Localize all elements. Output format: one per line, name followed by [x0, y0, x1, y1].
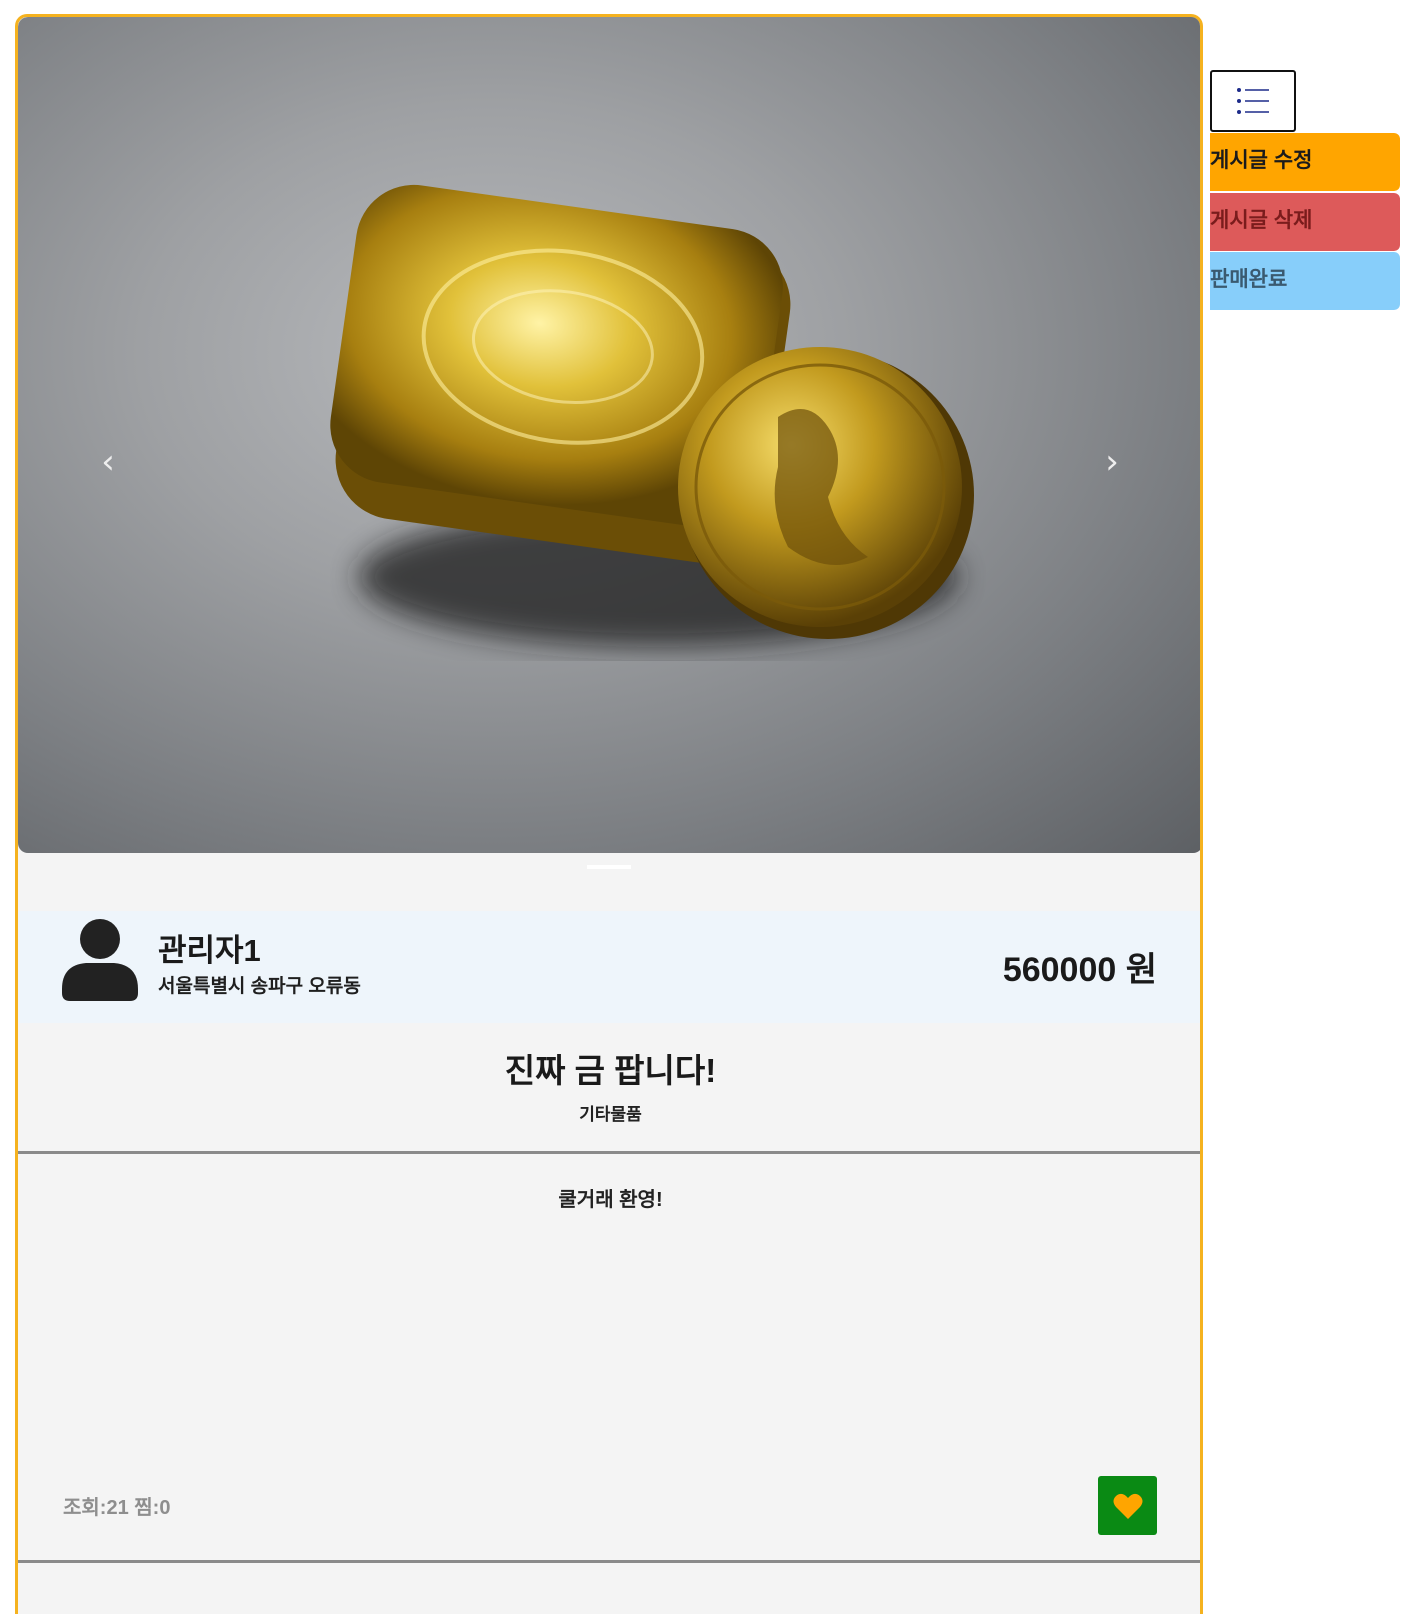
post-body: 쿨거래 환영! [558, 1189, 663, 1211]
divider [18, 1151, 1200, 1154]
carousel-prev-button[interactable]: ‹ [88, 442, 128, 482]
mark-sold-button[interactable]: 판매완료 [1210, 252, 1400, 310]
menu-toggle-button[interactable] [1210, 70, 1296, 132]
carousel-indicator[interactable] [587, 865, 631, 869]
like-button[interactable] [1098, 1476, 1157, 1535]
seller-location: 서울특별시 송파구 오류동 [158, 976, 361, 997]
divider [18, 1560, 1200, 1563]
chevron-right-icon: › [1105, 442, 1119, 482]
post-title: 진짜 금 팝니다! [504, 1052, 717, 1089]
price: 560000 원 [1002, 951, 1157, 989]
post-stats: 조회:21 찜:0 [63, 1497, 171, 1519]
edit-post-button[interactable]: 게시글 수정 [1210, 133, 1400, 191]
seller-name: 관리자1 [158, 933, 261, 968]
user-icon [62, 919, 138, 1001]
list-icon [1237, 88, 1269, 114]
post-category: 기타물품 [579, 1105, 642, 1124]
seller-profile-row: 관리자1 서울특별시 송파구 오류동 560000 원 [18, 911, 1200, 1023]
chevron-left-icon: ‹ [101, 442, 115, 482]
post-detail-card: ‹ › 관리자1 서울특별시 송파구 오류동 560000 원 진짜 금 팝니다… [15, 14, 1203, 1614]
delete-post-button[interactable]: 게시글 삭제 [1210, 193, 1400, 251]
heart-icon [1113, 1493, 1142, 1519]
image-carousel[interactable]: ‹ › [18, 17, 1200, 853]
product-photo [330, 184, 974, 647]
carousel-next-button[interactable]: › [1092, 442, 1132, 482]
